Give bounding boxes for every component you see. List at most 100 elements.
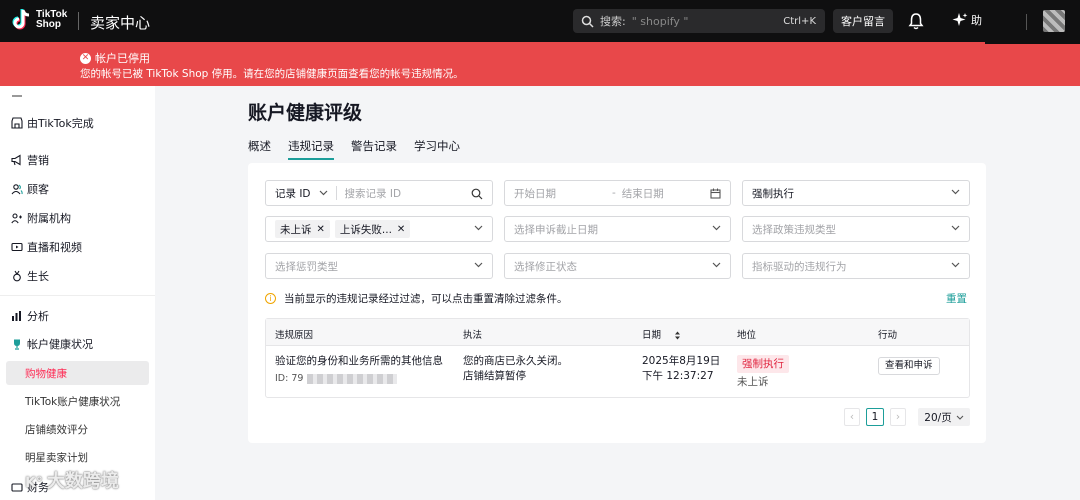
prev-page-button[interactable]: ‹ <box>844 408 860 426</box>
appeal-tag: 上诉失败... ✕ <box>334 220 411 238</box>
assistant-label: 助 <box>971 14 982 27</box>
clipped-icon <box>11 90 23 102</box>
policy-type-select[interactable]: 选择政策违规类型 <box>742 216 970 242</box>
column-header-enforcement: 执法 <box>463 330 483 341</box>
watermark-text: 大数跨境 <box>46 471 119 492</box>
enforcement-select[interactable]: 强制执行 <box>742 180 970 206</box>
chevron-down-icon <box>956 415 964 420</box>
view-and-appeal-button[interactable]: 查看和申诉 <box>878 357 940 375</box>
tiktok-shop-logo[interactable]: TikTok Shop <box>10 8 67 32</box>
metric-violation-select[interactable]: 指标驱动的违规行为 <box>742 253 970 279</box>
logo-line2: Shop <box>36 19 61 30</box>
table-header: 违规原因 执法 日期 地位 行动 <box>266 319 969 346</box>
column-header-reason: 违规原因 <box>275 330 314 341</box>
penalty-type-select[interactable]: 选择惩罚类型 <box>265 253 493 279</box>
sidebar-item-growth[interactable]: 生长 <box>11 268 49 284</box>
next-page-button[interactable]: › <box>890 408 906 426</box>
sidebar-sub-star-seller[interactable]: 明星卖家计划 <box>25 450 88 465</box>
appeal-tag: 未上诉 ✕ <box>275 220 330 238</box>
appeal-status: 未上诉 <box>737 376 769 388</box>
date-range-picker[interactable]: 开始日期 - 结束日期 <box>504 180 731 206</box>
chevron-down-icon <box>951 262 960 268</box>
end-date-input[interactable]: 结束日期 <box>622 186 664 201</box>
status-badge: 强制执行 <box>737 355 789 373</box>
search-icon[interactable] <box>471 188 483 200</box>
customer-message-button[interactable]: 客户留言 <box>833 9 893 33</box>
avatar[interactable] <box>1043 10 1065 32</box>
sidebar-item-label: 生长 <box>27 270 49 283</box>
sidebar-item-clipped[interactable] <box>11 90 27 102</box>
logo-divider <box>78 12 79 30</box>
banner-title: 帐户已停用 <box>95 52 150 65</box>
record-id-input[interactable]: 搜索记录 ID <box>345 186 402 201</box>
reset-link[interactable]: 重置 <box>946 291 967 306</box>
error-icon: ✕ <box>80 52 91 64</box>
violation-time: 下午 12:37:27 <box>642 370 714 382</box>
global-search[interactable]: 搜索: " shopify " Ctrl+K <box>573 9 825 33</box>
affiliate-icon <box>11 212 23 224</box>
chevron-down-icon <box>319 190 327 196</box>
sidebar-item-marketing[interactable]: 营销 <box>11 152 49 168</box>
chart-icon <box>11 310 23 322</box>
assistant-button[interactable]: 助 <box>952 12 982 28</box>
sidebar-item-live-video[interactable]: 直播和视频 <box>11 239 82 255</box>
violation-date: 2025年8月19日 <box>642 355 721 367</box>
column-header-status: 地位 <box>737 330 757 341</box>
correction-status-select[interactable]: 选择修正状态 <box>504 253 731 279</box>
start-date-input[interactable]: 开始日期 <box>514 186 556 201</box>
chevron-right-icon: › <box>890 408 906 426</box>
tab-learning-center[interactable]: 学习中心 <box>414 138 460 160</box>
sidebar-sub-tiktok-account-health[interactable]: TikTok账户健康状况 <box>25 394 120 409</box>
page-1-button[interactable]: 1 <box>866 408 884 426</box>
banner-description: 您的帐号已被 TikTok Shop 停用。请在您的店铺健康页面查看您的帐号违规… <box>80 68 464 80</box>
megaphone-icon <box>11 154 23 166</box>
tab-overview[interactable]: 概述 <box>248 138 271 160</box>
page-size-select[interactable]: 20/页 <box>918 408 970 426</box>
sidebar-item-label: 由TikTok完成 <box>27 117 94 130</box>
growth-icon <box>11 270 23 282</box>
close-icon[interactable]: ✕ <box>317 224 325 235</box>
record-id-search[interactable]: 记录 ID 搜索记录 ID <box>265 180 493 206</box>
chevron-down-icon <box>951 189 960 195</box>
sidebar-item-customers[interactable]: 顾客 <box>11 181 49 197</box>
chevron-down-icon <box>474 262 483 268</box>
appeal-status-select[interactable]: 未上诉 ✕ 上诉失败... ✕ <box>265 216 493 242</box>
violation-id: ID: 79 <box>275 372 398 386</box>
store-icon <box>11 117 23 129</box>
sidebar-sub-shop-performance[interactable]: 店铺绩效评分 <box>25 422 88 437</box>
close-icon[interactable]: ✕ <box>397 224 405 235</box>
column-header-date[interactable]: 日期 <box>642 327 681 341</box>
enforcement-line2: 店铺结算暂停 <box>463 370 526 382</box>
sidebar-item-label: 直播和视频 <box>27 241 82 254</box>
sidebar-item-label: 营销 <box>27 154 49 167</box>
sidebar-item-affiliates[interactable]: 附属机构 <box>11 210 71 226</box>
sidebar-item-analytics[interactable]: 分析 <box>11 308 49 324</box>
watermark: K° 大数跨境 <box>25 467 119 493</box>
sidebar-item-label: 分析 <box>27 310 49 323</box>
tiktok-logo-icon <box>12 9 30 30</box>
banner-overlay <box>985 42 1080 44</box>
bell-icon[interactable] <box>908 12 924 30</box>
search-shortcut: Ctrl+K <box>783 15 816 27</box>
finance-icon <box>11 481 23 493</box>
redacted-id <box>307 373 398 384</box>
sidebar-item-account-health[interactable]: 帐户健康状况 <box>11 336 93 352</box>
sidebar-item-label: 附属机构 <box>27 212 71 225</box>
record-type-select[interactable]: 记录 ID <box>275 186 311 201</box>
tab-violation-records[interactable]: 违规记录 <box>288 138 334 160</box>
appeal-deadline-select[interactable]: 选择申诉截止日期 <box>504 216 731 242</box>
sidebar-item-fulfilled-by-tiktok[interactable]: 由TikTok完成 <box>11 115 94 131</box>
sidebar-item-label: 帐户健康状况 <box>27 338 93 351</box>
sparkle-icon <box>952 13 968 26</box>
search-label: 搜索: <box>600 15 626 28</box>
watermark-logo-icon: K° <box>25 475 43 491</box>
sort-icon[interactable] <box>674 331 681 340</box>
sidebar-sub-shopping-health[interactable]: 购物健康 <box>25 366 67 381</box>
enforcement-line1: 您的商店已永久关闭。 <box>463 355 568 367</box>
trophy-icon <box>11 338 23 350</box>
chevron-down-icon <box>474 225 483 231</box>
chevron-down-icon <box>951 225 960 231</box>
tab-warning-records[interactable]: 警告记录 <box>351 138 397 160</box>
sidebar: 由TikTok完成 营销 顾客 附属机构 直播和视频 生长 分析 帐户健康状况 … <box>0 86 155 500</box>
calendar-icon <box>710 188 721 199</box>
